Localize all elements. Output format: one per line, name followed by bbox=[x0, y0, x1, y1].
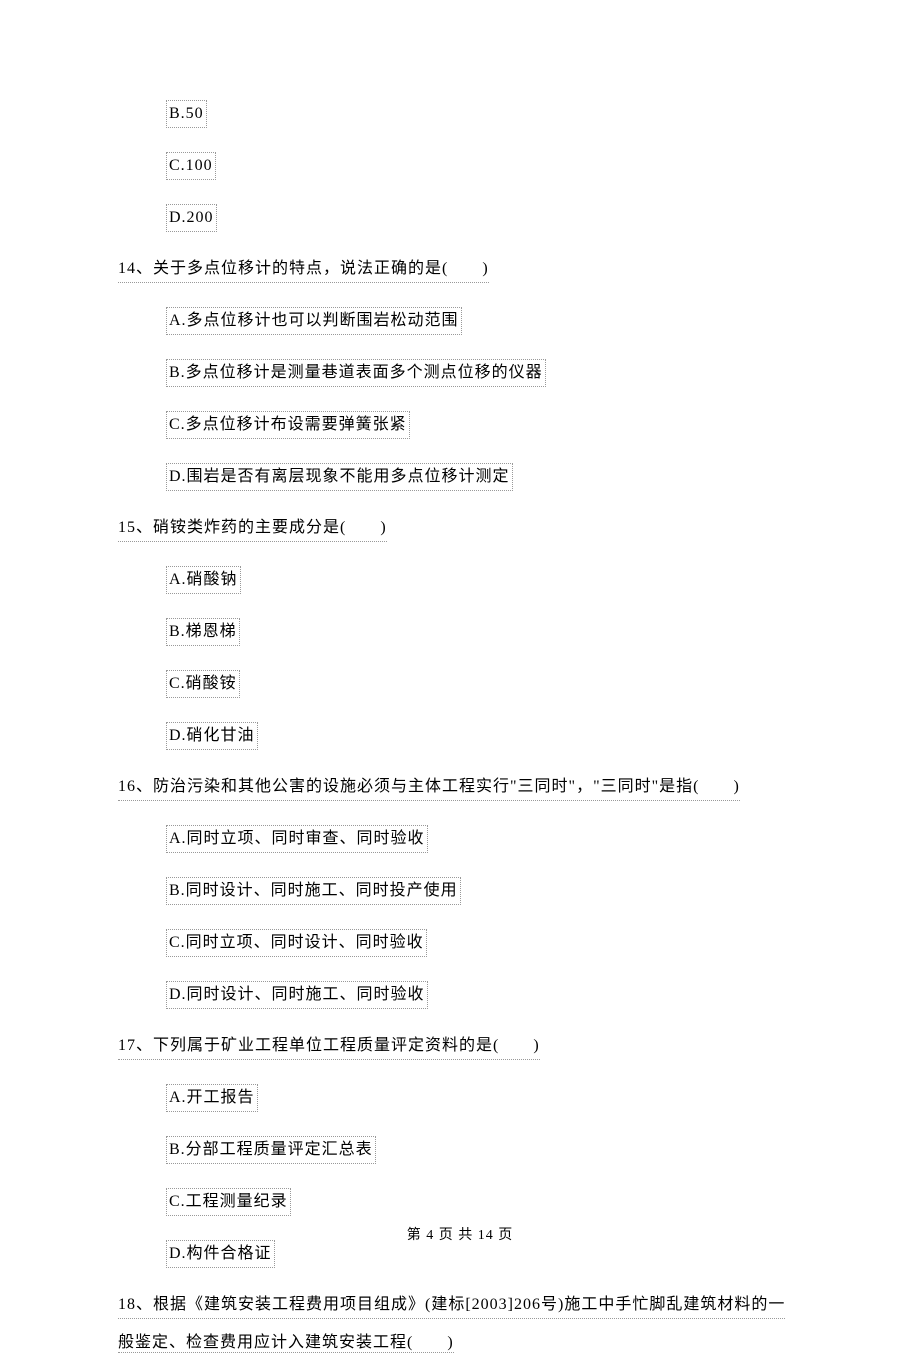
q15-option-d: D.硝化甘油 bbox=[166, 722, 258, 750]
q15-option-a: A.硝酸钠 bbox=[166, 566, 241, 594]
question-16-text: 16、防治污染和其他公害的设施必须与主体工程实行"三同时"，"三同时"是指( ) bbox=[118, 774, 740, 801]
question-17-text: 17、下列属于矿业工程单位工程质量评定资料的是( ) bbox=[118, 1033, 540, 1060]
q16-option-a: A.同时立项、同时审查、同时验收 bbox=[166, 825, 428, 853]
page-footer: 第 4 页 共 14 页 bbox=[0, 1225, 920, 1246]
option-b: B.50 bbox=[166, 100, 207, 128]
q14-option-b: B.多点位移计是测量巷道表面多个测点位移的仪器 bbox=[166, 359, 546, 387]
question-14-text: 14、关于多点位移计的特点，说法正确的是( ) bbox=[118, 256, 489, 283]
q15-option-b: B.梯恩梯 bbox=[166, 618, 240, 646]
q16-option-b: B.同时设计、同时施工、同时投产使用 bbox=[166, 877, 461, 905]
question-15-text: 15、硝铵类炸药的主要成分是( ) bbox=[118, 515, 387, 542]
q16-option-d: D.同时设计、同时施工、同时验收 bbox=[166, 981, 428, 1009]
option-d: D.200 bbox=[166, 204, 217, 232]
question-18-line2: 般鉴定、检查费用应计入建筑安装工程( ) bbox=[118, 1333, 454, 1353]
option-c: C.100 bbox=[166, 152, 216, 180]
q15-option-c: C.硝酸铵 bbox=[166, 670, 240, 698]
q17-option-c: C.工程测量纪录 bbox=[166, 1188, 291, 1216]
q14-option-c: C.多点位移计布设需要弹簧张紧 bbox=[166, 411, 410, 439]
q17-option-a: A.开工报告 bbox=[166, 1084, 258, 1112]
q16-option-c: C.同时立项、同时设计、同时验收 bbox=[166, 929, 427, 957]
q17-option-b: B.分部工程质量评定汇总表 bbox=[166, 1136, 376, 1164]
q14-option-d: D.围岩是否有离层现象不能用多点位移计测定 bbox=[166, 463, 513, 491]
q14-option-a: A.多点位移计也可以判断围岩松动范围 bbox=[166, 307, 462, 335]
question-18-line1: 18、根据《建筑安装工程费用项目组成》(建标[2003]206号)施工中手忙脚乱… bbox=[118, 1292, 785, 1319]
